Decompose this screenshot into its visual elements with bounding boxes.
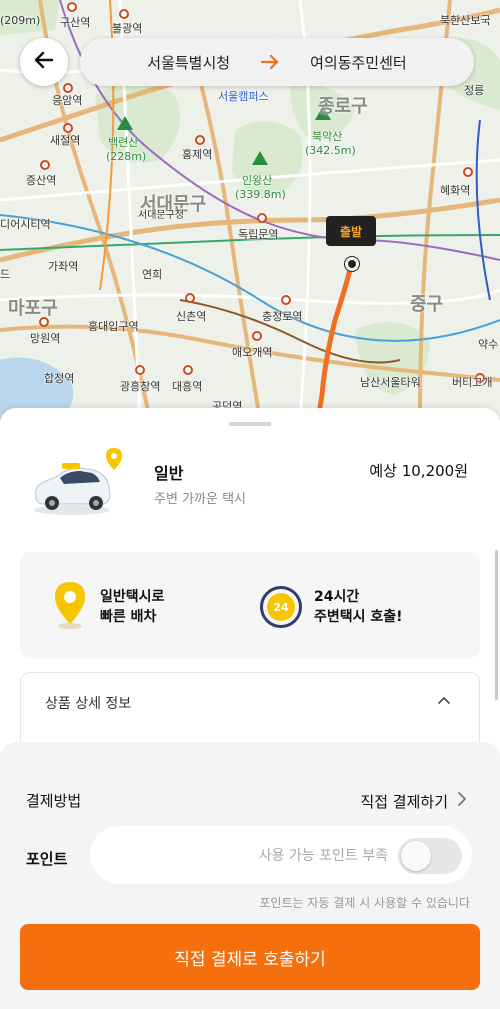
map-label: 서대문구청 <box>138 210 184 221</box>
estimated-price: 예상 10,200원 <box>369 462 468 480</box>
map-label: 충정로역 <box>262 310 303 323</box>
map-label: 새절역 <box>50 134 81 147</box>
map-label: 종로구 <box>318 96 368 117</box>
call-taxi-button[interactable]: 직접 결제로 호출하기 <box>20 924 480 990</box>
map-label: 연희 <box>142 268 163 281</box>
map-label: 독립문역 <box>238 228 279 241</box>
feature-24h: 24 24시간 주변택시 호출! <box>260 582 403 632</box>
map-label: 혜화역 <box>440 184 471 197</box>
origin-label: 서울특별시청 <box>147 53 231 72</box>
map-label: 합정역 <box>44 372 75 385</box>
location-pin-icon <box>52 580 88 634</box>
start-marker[interactable]: 출발 <box>326 216 376 246</box>
feature-fast-dispatch: 일반택시로 빠른 배차 <box>52 582 164 632</box>
map-label: (228m) <box>106 150 147 163</box>
payment-method-value: 직접 결제하기 <box>360 792 448 811</box>
arrow-right-icon <box>260 54 280 70</box>
map-label: 백련산 <box>108 136 139 149</box>
destination-label: 여의동주민센터 <box>310 53 407 72</box>
payment-method-label: 결제방법 <box>26 792 82 810</box>
map-label: 대흥역 <box>172 380 203 393</box>
map-label: 신촌역 <box>176 310 207 323</box>
product-name: 일반 <box>154 464 184 483</box>
map-label: 중구 <box>410 294 444 315</box>
map-label: 망원역 <box>30 332 61 345</box>
taxi-car-icon <box>30 446 130 520</box>
map-label: 인왕산 <box>242 174 273 187</box>
call-taxi-button-label: 직접 결제로 호출하기 <box>174 949 326 970</box>
route-header: 서울특별시청 여의동주민센터 <box>20 38 480 86</box>
map-label: 홍제역 <box>182 148 213 161</box>
map-label: 드 <box>0 268 11 281</box>
payment-method-selector[interactable]: 직접 결제하기 <box>360 790 468 812</box>
scrollbar[interactable] <box>495 550 498 700</box>
product-description: 주변 가까운 택시 <box>154 492 246 507</box>
map-label: 버티고개 <box>452 376 493 389</box>
map-label: 애오개역 <box>232 346 273 359</box>
map-label: 응암역 <box>52 94 83 107</box>
feature-subtitle: 주변택시 호출! <box>314 609 403 625</box>
route-summary[interactable]: 서울특별시청 여의동주민센터 <box>80 38 474 86</box>
payment-panel: 결제방법 직접 결제하기 포인트 사용 가능 포인트 부족 포인트는 자동 결제… <box>0 742 500 1009</box>
map-label: 북악산 <box>312 130 343 143</box>
map-label: 가좌역 <box>48 260 79 273</box>
map-label: (209m) <box>0 14 41 27</box>
map-label: (339.8m) <box>235 188 286 201</box>
chevron-up-icon[interactable] <box>435 691 453 709</box>
chevron-right-icon <box>456 790 468 812</box>
map-label: 남산서울타워 <box>360 376 421 389</box>
back-button[interactable] <box>20 38 68 86</box>
bottom-sheet: 일반 주변 가까운 택시 예상 10,200원 일반택시로 빠른 배차 24 2… <box>0 408 500 1009</box>
point-field: 사용 가능 포인트 부족 <box>90 826 472 884</box>
map-label: 약수 <box>478 338 499 351</box>
arrow-left-icon <box>32 48 56 76</box>
map-label: 불광역 <box>112 22 143 35</box>
map-label: 홍대입구역 <box>88 320 139 333</box>
point-status: 사용 가능 포인트 부족 <box>258 848 388 864</box>
start-marker-label: 출발 <box>339 224 363 239</box>
point-note: 포인트는 자동 결제 시 사용할 수 있습니다 <box>259 896 470 910</box>
feature-highlights: 일반택시로 빠른 배차 24 24시간 주변택시 호출! <box>20 552 480 658</box>
point-toggle[interactable] <box>398 838 462 874</box>
24h-badge-text: 24 <box>267 593 295 621</box>
map-label: 마포구 <box>8 298 58 319</box>
feature-title: 일반택시로 <box>100 589 165 605</box>
toggle-knob <box>401 841 431 871</box>
detail-title: 상품 상세 정보 <box>45 696 132 712</box>
map-label: 증산역 <box>26 174 57 187</box>
point-label: 포인트 <box>26 850 68 868</box>
map-label: 구산역 <box>60 16 91 29</box>
feature-title: 24시간 <box>314 589 360 605</box>
map-label: 북한산보국 <box>440 14 491 27</box>
sheet-drag-handle[interactable] <box>229 422 271 426</box>
map-label: 디어시티역 <box>0 218 51 231</box>
map-label: (342.5m) <box>305 144 356 157</box>
map-label: 서울캠퍼스 <box>218 90 269 103</box>
map-label: 광흥창역 <box>120 380 161 393</box>
start-location-dot <box>345 257 359 271</box>
taxi-product-row[interactable]: 일반 주변 가까운 택시 예상 10,200원 <box>30 446 470 520</box>
24h-icon: 24 <box>260 586 302 628</box>
feature-subtitle: 빠른 배차 <box>100 609 157 625</box>
